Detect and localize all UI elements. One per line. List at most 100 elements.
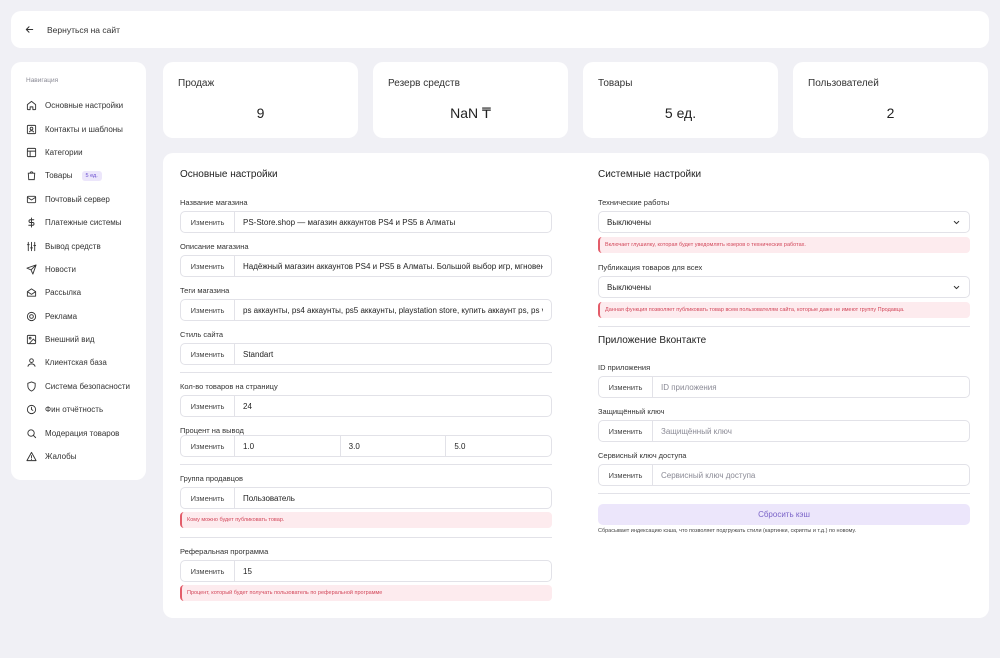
publish-all-label: Публикация товаров для всех <box>598 263 703 272</box>
stat-label: Товары <box>598 78 633 89</box>
vk-secret-edit-button[interactable]: Изменить <box>599 421 653 441</box>
vk-secret-label: Защищённый ключ <box>598 407 665 416</box>
seller-group-row: Изменить <box>180 487 552 509</box>
sidebar: Навигация Основные настройки Контакты и … <box>11 62 146 480</box>
site-style-edit-button[interactable]: Изменить <box>181 344 235 364</box>
sidebar-item-label: Модерация товаров <box>45 428 120 438</box>
products-count-badge: 5 ед. <box>81 170 102 181</box>
sidebar-item-label: Клиентская база <box>45 358 107 368</box>
settings-panel: Основные настройки Название магазина Изм… <box>163 153 989 618</box>
items-per-page-edit-button[interactable]: Изменить <box>181 396 235 416</box>
publish-all-note: Данная функция позволяет публиковать тов… <box>598 302 970 318</box>
seller-group-edit-button[interactable]: Изменить <box>181 488 235 508</box>
sidebar-item-mail-server[interactable]: Почтовый сервер <box>26 188 146 211</box>
withdraw-percent-input-2[interactable] <box>339 436 446 456</box>
seller-group-note: Кому можно будет публиковать товар. <box>180 512 552 528</box>
stat-value: NaN ₸ <box>450 105 491 121</box>
sidebar-item-main-settings[interactable]: Основные настройки <box>26 94 146 117</box>
divider <box>180 464 552 465</box>
shop-description-edit-button[interactable]: Изменить <box>181 256 235 276</box>
referral-label: Реферальная программа <box>180 547 269 556</box>
vk-service-input[interactable] <box>653 465 969 485</box>
vk-service-edit-button[interactable]: Изменить <box>599 465 653 485</box>
warning-icon <box>26 451 37 462</box>
sidebar-item-clients[interactable]: Клиентская база <box>26 351 146 374</box>
sidebar-item-withdrawal[interactable]: Вывод средств <box>26 234 146 257</box>
referral-edit-button[interactable]: Изменить <box>181 561 235 581</box>
sidebar-heading: Навигация <box>26 77 59 84</box>
divider <box>598 326 970 327</box>
arrow-left-icon <box>25 26 34 33</box>
top-bar: Вернуться на сайт <box>11 11 989 48</box>
sidebar-item-contacts[interactable]: Контакты и шаблоны <box>26 117 146 140</box>
sidebar-item-categories[interactable]: Категории <box>26 141 146 164</box>
mail-icon <box>26 195 37 203</box>
sidebar-item-products[interactable]: Товары 5 ед. <box>26 164 146 187</box>
sidebar-item-label: Жалобы <box>45 452 77 462</box>
stat-label: Продаж <box>178 78 215 89</box>
sidebar-item-label: Новости <box>45 264 76 274</box>
vk-app-id-input[interactable] <box>653 377 969 397</box>
stat-value: 5 ед. <box>664 105 697 121</box>
withdraw-percent-input-1[interactable] <box>235 436 340 456</box>
sidebar-item-moderation[interactable]: Модерация товаров <box>26 421 146 444</box>
sidebar-item-label: Вывод средств <box>45 241 101 251</box>
vk-app-id-edit-button[interactable]: Изменить <box>599 377 653 397</box>
sidebar-item-label: Контакты и шаблоны <box>45 124 123 134</box>
shop-tags-edit-button[interactable]: Изменить <box>181 300 235 320</box>
categories-icon <box>26 147 37 158</box>
send-icon <box>26 264 37 275</box>
stat-card-sales: Продаж 9 <box>163 62 358 138</box>
withdraw-percent-label: Процент на вывод <box>180 426 244 435</box>
site-style-label: Стиль сайта <box>180 330 224 339</box>
vk-secret-input[interactable] <box>653 421 969 441</box>
site-style-row: Изменить <box>180 343 552 365</box>
stat-value: 9 <box>256 105 265 121</box>
reset-cache-hint: Сбрасывает индексацию кэша, что позволяе… <box>598 528 857 534</box>
withdraw-percent-input-3[interactable] <box>445 436 551 456</box>
reset-cache-button[interactable]: Сбросить кэш <box>598 504 970 525</box>
publish-all-select[interactable]: Выключены <box>598 276 970 298</box>
divider <box>598 493 970 494</box>
vk-app-id-row: Изменить <box>598 376 970 398</box>
shop-name-input[interactable] <box>235 212 551 232</box>
withdraw-percent-row: Изменить <box>180 435 552 457</box>
sidebar-item-complaints[interactable]: Жалобы <box>26 445 146 468</box>
referral-input[interactable] <box>235 561 551 581</box>
sidebar-item-label: Фин отчётность <box>45 405 104 415</box>
site-style-input[interactable] <box>235 344 551 364</box>
sidebar-item-finance[interactable]: Фин отчётность <box>26 398 146 421</box>
sidebar-item-label: Платежные системы <box>45 218 122 228</box>
sidebar-item-label: Реклама <box>45 311 78 321</box>
sidebar-item-mailing[interactable]: Рассылка <box>26 281 146 304</box>
shop-tags-input[interactable] <box>235 300 551 320</box>
contact-card-icon <box>26 124 37 134</box>
sidebar-item-news[interactable]: Новости <box>26 258 146 281</box>
system-settings-title: Системные настройки <box>598 169 702 180</box>
sidebar-item-appearance[interactable]: Внешний вид <box>26 328 146 351</box>
sidebar-item-payment-systems[interactable]: Платежные системы <box>26 211 146 234</box>
sidebar-item-label: Рассылка <box>45 288 82 298</box>
publish-all-value: Выключены <box>607 282 651 292</box>
bag-icon <box>27 171 36 181</box>
items-per-page-input[interactable] <box>235 396 551 416</box>
seller-group-input[interactable] <box>235 488 551 508</box>
shop-name-edit-button[interactable]: Изменить <box>181 212 235 232</box>
shop-description-input[interactable] <box>235 256 551 276</box>
home-icon <box>26 101 37 111</box>
target-icon <box>26 311 37 321</box>
shop-description-row: Изменить <box>180 255 552 277</box>
shop-name-row: Изменить <box>180 211 552 233</box>
sidebar-item-security[interactable]: Система безопасности <box>26 375 146 398</box>
sidebar-item-label: Категории <box>45 147 83 157</box>
chevron-down-icon <box>953 285 960 289</box>
user-icon <box>27 358 36 368</box>
withdraw-percent-edit-button[interactable]: Изменить <box>181 436 235 456</box>
back-to-site-link[interactable]: Вернуться на сайт <box>24 24 120 35</box>
main-settings-title: Основные настройки <box>180 169 278 180</box>
maintenance-select[interactable]: Выключены <box>598 211 970 233</box>
items-per-page-label: Кол-во товаров на страницу <box>180 382 278 391</box>
sidebar-item-ads[interactable]: Реклама <box>26 305 146 328</box>
vk-service-row: Изменить <box>598 464 970 486</box>
stat-card-users: Пользователей 2 <box>793 62 988 138</box>
